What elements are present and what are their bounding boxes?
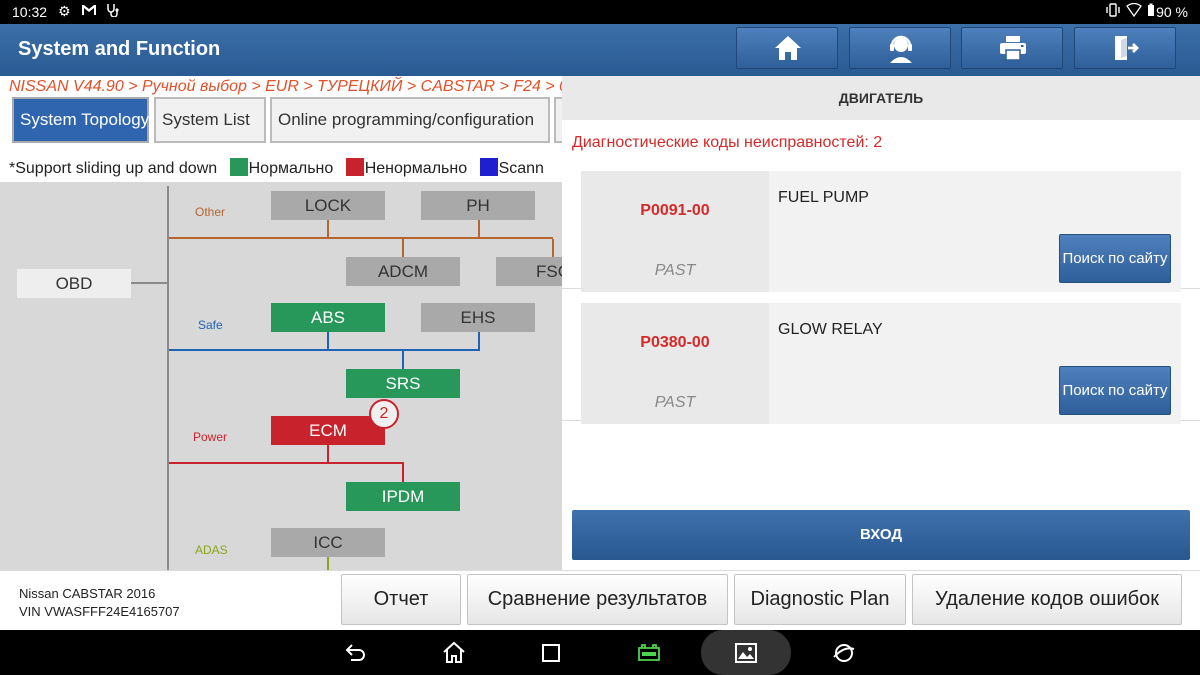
vci-icon[interactable] <box>636 640 662 666</box>
enter-button[interactable]: ВХОД <box>572 510 1190 560</box>
legend-swatch-normal <box>229 158 248 176</box>
compare-results-button[interactable]: Сравнение результатов <box>467 574 728 625</box>
tab-online-programming[interactable]: Online programming/configuration <box>270 97 550 143</box>
battery-icon <box>1147 3 1155 20</box>
settings-icon: ⚙ <box>58 3 71 19</box>
report-button[interactable]: Отчет <box>341 574 461 625</box>
topology-pane: NISSAN V44.90 > Ручной выбор > EUR > ТУР… <box>0 76 562 570</box>
link-line <box>478 219 480 237</box>
node-adcm[interactable]: ADCM <box>346 257 460 286</box>
bottom-toolbar: Nissan CABSTAR 2016 VIN VWASFFF24E416570… <box>0 570 1200 630</box>
support-button[interactable] <box>849 27 951 69</box>
node-icc[interactable]: ICC <box>271 528 385 557</box>
dtc-row: P0380-00 PAST GLOW RELAY Поиск по сайту <box>562 288 1200 424</box>
tab-overflow[interactable] <box>554 97 562 143</box>
tab-system-topology[interactable]: System Topology <box>12 97 149 143</box>
clear-codes-button[interactable]: Удаление кодов ошибок <box>912 574 1182 625</box>
legend-label-normal: Нормально <box>248 160 334 177</box>
vibrate-icon <box>1105 3 1121 20</box>
printer-icon <box>1000 36 1026 61</box>
dtc-status: PAST <box>654 394 696 411</box>
vehicle-vin: VIN VWASFFF24E4165707 <box>19 604 180 619</box>
recents-icon[interactable] <box>538 640 564 666</box>
ecm-dtc-count-badge: 2 <box>369 399 399 429</box>
vehicle-info: Nissan CABSTAR 2016 VIN VWASFFF24E416570… <box>19 585 180 621</box>
exit-icon <box>1115 36 1139 60</box>
page-title: System and Function <box>18 38 221 60</box>
popup-title: ДВИГАТЕЛЬ <box>562 76 1200 120</box>
status-time: 10:32 <box>12 4 48 20</box>
dtc-code: P0380-00 <box>640 334 710 351</box>
dtc-code-cell: P0380-00 PAST <box>581 303 769 424</box>
dtc-description-cell: FUEL PUMP Поиск по сайту <box>769 171 1181 292</box>
link-line <box>402 239 404 257</box>
legend-swatch-abnormal <box>345 158 364 176</box>
dtc-popup: ДВИГАТЕЛЬ Диагностические коды неисправн… <box>562 76 1200 570</box>
bus-line-safe <box>169 349 480 351</box>
node-ph[interactable]: PH <box>421 191 535 220</box>
node-obd[interactable]: OBD <box>17 269 131 298</box>
web-search-button[interactable]: Поиск по сайту <box>1059 366 1171 415</box>
bus-line-other <box>169 237 553 239</box>
topology-diagram[interactable]: Other Safe Power ADAS OBD LOCK PH ADCM F… <box>0 182 562 570</box>
battery-level: 90 % <box>1156 4 1188 20</box>
node-ehs[interactable]: EHS <box>421 303 535 332</box>
group-label-other: Other <box>195 205 226 219</box>
dtc-code-cell: P0091-00 PAST <box>581 171 769 292</box>
node-abs[interactable]: ABS <box>271 303 385 332</box>
breadcrumb: NISSAN V44.90 > Ручной выбор > EUR > ТУР… <box>9 78 562 95</box>
web-search-button[interactable]: Поиск по сайту <box>1059 234 1171 283</box>
legend-label-scanned: Scann <box>498 160 544 177</box>
home-button[interactable] <box>736 27 838 69</box>
node-fsc[interactable]: FSC <box>496 257 562 286</box>
bus-line-adas <box>327 557 329 570</box>
system-nav-bar <box>0 630 1200 675</box>
app-header: System and Function <box>0 24 1200 76</box>
exit-button[interactable] <box>1074 27 1176 69</box>
link-line <box>327 331 329 349</box>
dtc-description: FUEL PUMP <box>778 189 869 206</box>
legend-label-abnormal: Ненормально <box>364 160 468 177</box>
support-agent-icon <box>890 35 912 63</box>
wifi-icon <box>1126 2 1142 20</box>
vehicle-model: Nissan CABSTAR 2016 <box>19 586 156 601</box>
group-label-safe: Safe <box>198 318 223 332</box>
dtc-count-title: Диагностические коды неисправностей: 2 <box>572 134 883 151</box>
dtc-row: P0091-00 PAST FUEL PUMP Поиск по сайту <box>562 156 1200 292</box>
node-lock[interactable]: LOCK <box>271 191 385 220</box>
topology-legend: *Support sliding up and down Нормально Н… <box>9 158 544 178</box>
node-ecm[interactable]: ECM <box>271 416 385 445</box>
legend-hint: *Support sliding up and down <box>9 160 218 177</box>
node-ipdm[interactable]: IPDM <box>346 482 460 511</box>
link-line <box>327 444 329 462</box>
browser-icon[interactable] <box>831 640 857 666</box>
gmail-icon <box>81 3 97 20</box>
obd-connector <box>131 282 167 284</box>
trunk-line <box>167 186 169 570</box>
bus-line-power <box>169 462 404 464</box>
link-line <box>327 219 329 237</box>
print-button[interactable] <box>961 27 1063 69</box>
stethoscope-icon <box>105 3 121 20</box>
tab-system-list[interactable]: System List <box>154 97 266 143</box>
dtc-code: P0091-00 <box>640 202 710 219</box>
diagnostic-plan-button[interactable]: Diagnostic Plan <box>734 574 906 625</box>
link-line <box>402 464 404 482</box>
home-icon[interactable] <box>441 640 467 666</box>
link-line <box>478 331 480 349</box>
dtc-description: GLOW RELAY <box>778 321 883 338</box>
group-label-power: Power <box>193 430 228 444</box>
dtc-status: PAST <box>654 262 696 279</box>
back-icon[interactable] <box>343 640 369 666</box>
dtc-description-cell: GLOW RELAY Поиск по сайту <box>769 303 1181 424</box>
group-label-adas: ADAS <box>195 543 228 557</box>
home-icon <box>775 36 801 60</box>
link-line <box>552 239 554 257</box>
node-srs[interactable]: SRS <box>346 369 460 398</box>
gallery-icon[interactable] <box>733 640 759 666</box>
status-bar: 10:32 ⚙ 90 % <box>0 0 1200 24</box>
link-line <box>402 351 404 369</box>
legend-swatch-scanned <box>479 158 498 176</box>
